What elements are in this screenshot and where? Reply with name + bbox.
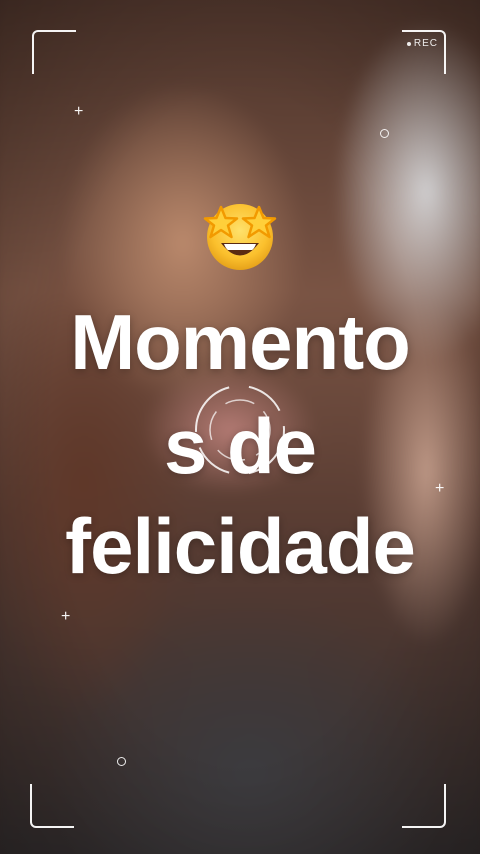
viewfinder-corner-top-right <box>402 30 446 74</box>
crosshair-plus-icon: + <box>61 608 71 625</box>
star-struck-emoji-icon <box>203 204 277 270</box>
focus-ring-icon <box>195 385 285 475</box>
rec-label: REC <box>413 38 438 49</box>
record-dot-icon <box>406 41 411 46</box>
caption-line-1: Momento <box>70 298 411 386</box>
caption-line-3: felicidade <box>65 502 416 590</box>
viewfinder-corner-bottom-left <box>30 784 74 828</box>
story-viewer: REC + + + Momento s de felicidade <box>0 0 480 854</box>
viewfinder-corner-top-left <box>32 30 76 74</box>
small-ring-icon <box>380 129 389 138</box>
crosshair-plus-icon: + <box>74 103 84 120</box>
small-ring-icon <box>117 757 126 766</box>
rec-indicator: REC <box>406 38 438 49</box>
viewfinder-corner-bottom-right <box>402 784 446 828</box>
